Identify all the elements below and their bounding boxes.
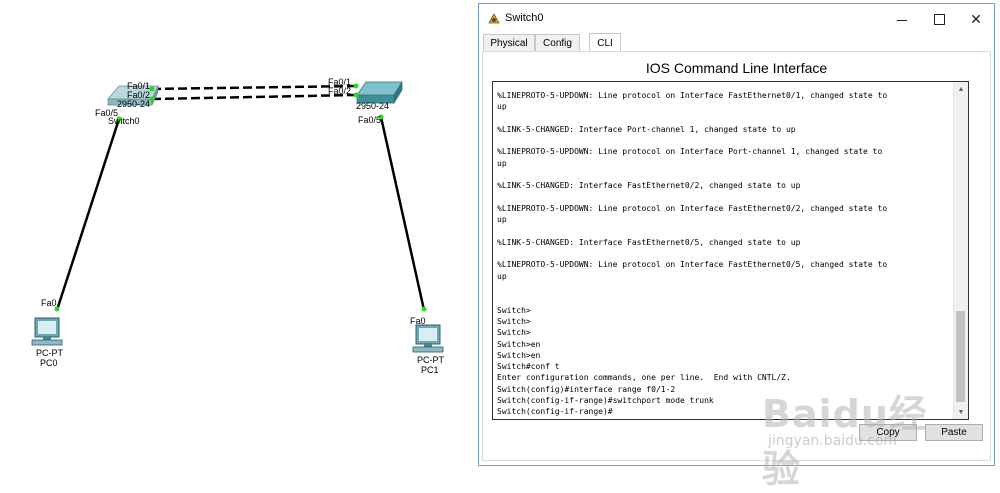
terminal-line: up (497, 102, 507, 112)
close-icon: ✕ (970, 10, 982, 27)
scroll-thumb[interactable] (956, 311, 965, 402)
link-fa01-trunk (151, 84, 357, 91)
tab-physical[interactable]: Physical (483, 34, 535, 51)
scroll-down-icon[interactable]: ▼ (954, 405, 968, 419)
pc1-model-label: PC-PT (417, 355, 444, 365)
terminal-line: %LINK-5-CHANGED: Interface FastEthernet0… (497, 237, 801, 247)
switch1-icon (356, 80, 403, 105)
port-dot (353, 92, 359, 98)
terminal-line: Switch(config)#interface range f0/1-2 (497, 384, 676, 394)
terminal-line: Switch>en (497, 339, 541, 349)
link-pc1-switch1 (379, 116, 426, 311)
switch0-model-label: 2950-24 (117, 99, 151, 109)
terminal-output[interactable]: %LINEPROTO-5-UPDOWN: Line protocol on In… (497, 90, 957, 418)
tab-config[interactable]: Config (535, 34, 580, 51)
maximize-button[interactable] (920, 4, 958, 34)
terminal-line: up (497, 271, 507, 281)
topology-canvas[interactable]: Fa0/1 Fa0/2 2950-24 Fa0/5 Switch0 Fa0/1 … (0, 0, 478, 477)
terminal-line: Switch> (497, 328, 531, 338)
tab-cli[interactable]: CLI (589, 33, 621, 52)
pc0-model-label: PC-PT (36, 348, 63, 358)
close-button[interactable]: ✕ (957, 4, 995, 34)
pc0-name-label: PC0 (40, 358, 58, 368)
topology-links (31, 80, 444, 353)
terminal-line: up (497, 158, 507, 168)
minimize-icon (897, 19, 907, 21)
pc1-port-label: Fa0 (410, 316, 426, 326)
maximize-icon (933, 13, 945, 25)
paste-button[interactable]: Paste (925, 424, 983, 441)
terminal-line: Switch> (497, 305, 531, 315)
link-pc0-switch0 (55, 118, 121, 311)
terminal-line: %LINEPROTO-5-UPDOWN: Line protocol on In… (497, 91, 888, 100)
terminal-line: %LINEPROTO-5-UPDOWN: Line protocol on In… (497, 203, 888, 213)
cli-terminal[interactable]: %LINEPROTO-5-UPDOWN: Line protocol on In… (492, 81, 969, 420)
terminal-line: %LINK-5-CHANGED: Interface Port-channel … (497, 124, 796, 134)
window-title: Switch0 (505, 12, 544, 24)
pc1-icon (412, 324, 444, 353)
terminal-line: up (497, 215, 507, 225)
copy-button[interactable]: Copy (859, 424, 917, 441)
switch-config-window: Switch0 ✕ Physical Config CLI IOS Comman… (478, 3, 995, 466)
terminal-scrollbar[interactable]: ▲ ▼ (953, 82, 968, 419)
port-dot (149, 96, 155, 102)
port-dot (353, 83, 359, 89)
terminal-line: %LINEPROTO-5-UPDOWN: Line protocol on In… (497, 147, 883, 157)
terminal-line: Switch(config-if-range)# (497, 407, 613, 417)
terminal-line: Switch(config-if-range)#switchport mode … (497, 396, 714, 406)
packet-tracer-app-icon (488, 13, 500, 24)
cli-panel: IOS Command Line Interface %LINEPROTO-5-… (482, 51, 991, 461)
cli-heading: IOS Command Line Interface (645, 60, 828, 76)
switch0-name-label: Switch0 (108, 116, 140, 126)
terminal-line: %LINEPROTO-5-UPDOWN: Line protocol on In… (497, 260, 888, 270)
pc0-icon (31, 317, 63, 346)
minimize-button[interactable] (883, 4, 921, 34)
link-fa02-trunk (151, 93, 357, 101)
terminal-line: Switch> (497, 316, 531, 326)
switch1-port-fa05-label: Fa0/5 (358, 115, 382, 125)
terminal-line: Switch>en (497, 350, 541, 360)
pc1-name-label: PC1 (421, 365, 439, 375)
pc0-port-label: Fa0 (41, 298, 57, 308)
port-dot (421, 306, 427, 312)
terminal-line: Switch#conf t (497, 362, 560, 372)
switch1-port-fa02-label: Fa0/2 (328, 86, 352, 96)
terminal-line: %LINK-5-CHANGED: Interface FastEthernet0… (497, 181, 801, 191)
switch1-model-label: 2950-24 (356, 101, 390, 111)
port-dot (149, 86, 155, 92)
terminal-line: Enter configuration commands, one per li… (497, 373, 791, 383)
scroll-up-icon[interactable]: ▲ (954, 82, 968, 96)
title-bar[interactable]: Switch0 ✕ (479, 4, 994, 34)
